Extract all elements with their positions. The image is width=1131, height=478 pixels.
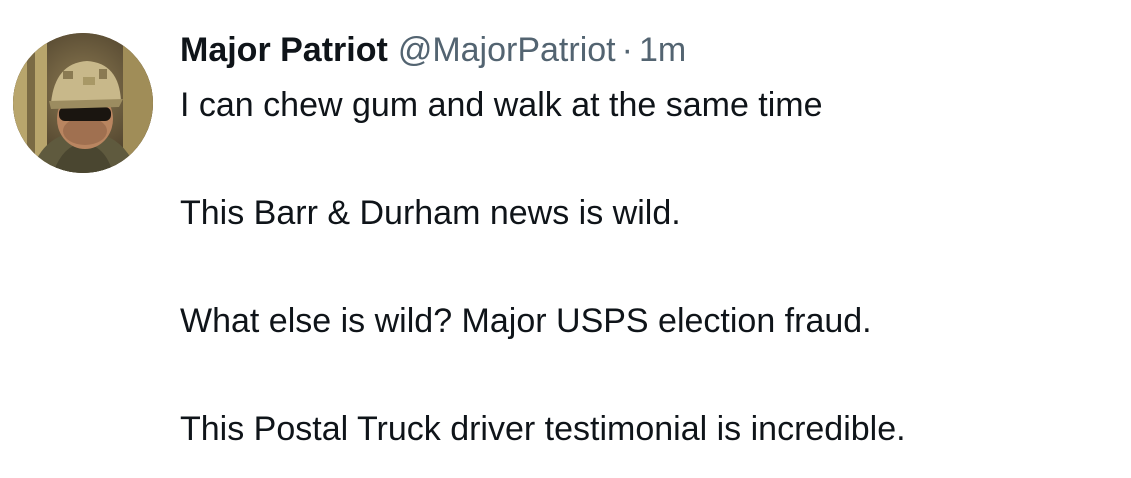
tweet-header: Major Patriot @MajorPatriot · 1m xyxy=(180,28,686,72)
tweet-text: I can chew gum and walk at the same time… xyxy=(180,82,1120,452)
author-display-name[interactable]: Major Patriot xyxy=(180,28,388,72)
tweet-paragraph: I can chew gum and walk at the same time xyxy=(180,86,823,124)
author-handle[interactable]: @MajorPatriot xyxy=(398,28,616,72)
tweet-timestamp[interactable]: 1m xyxy=(639,28,686,72)
tweet-paragraph: This Postal Truck driver testimonial is … xyxy=(180,410,906,448)
soldier-avatar-icon xyxy=(13,33,153,173)
header-separator: · xyxy=(621,31,633,69)
tweet-card: Major Patriot @MajorPatriot · 1m I can c… xyxy=(0,0,1131,478)
tweet-paragraph: What else is wild? Major USPS election f… xyxy=(180,302,872,340)
tweet-paragraph: This Barr & Durham news is wild. xyxy=(180,194,681,232)
avatar[interactable] xyxy=(13,33,153,173)
